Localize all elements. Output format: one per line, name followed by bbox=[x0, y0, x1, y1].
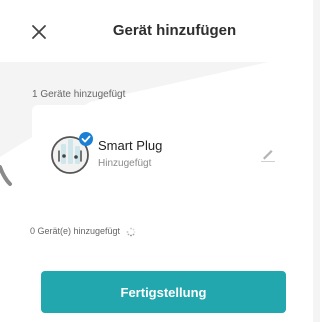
page-title: Gerät hinzufügen bbox=[112, 22, 237, 39]
checkmark-icon bbox=[79, 132, 93, 146]
device-card[interactable]: Smart Plug Hinzugefügt bbox=[32, 105, 298, 201]
added-devices-text: 0 Gerät(e) hinzugefügt bbox=[30, 226, 121, 236]
pencil-icon bbox=[261, 150, 275, 162]
device-name: Smart Plug bbox=[98, 138, 163, 153]
finish-button[interactable]: Fertigstellung bbox=[41, 271, 286, 313]
smart-plug-icon bbox=[51, 132, 93, 174]
edit-device-button[interactable] bbox=[260, 146, 276, 162]
added-devices-label: 0 Gerät(e) hinzugefügt bbox=[30, 226, 136, 237]
device-status: Hinzugefügt bbox=[98, 158, 152, 169]
loading-spinner-icon bbox=[126, 227, 135, 237]
app-header: Gerät hinzufügen bbox=[0, 0, 313, 62]
devices-count-label: 1 Geräte hinzugefügt bbox=[32, 89, 126, 100]
